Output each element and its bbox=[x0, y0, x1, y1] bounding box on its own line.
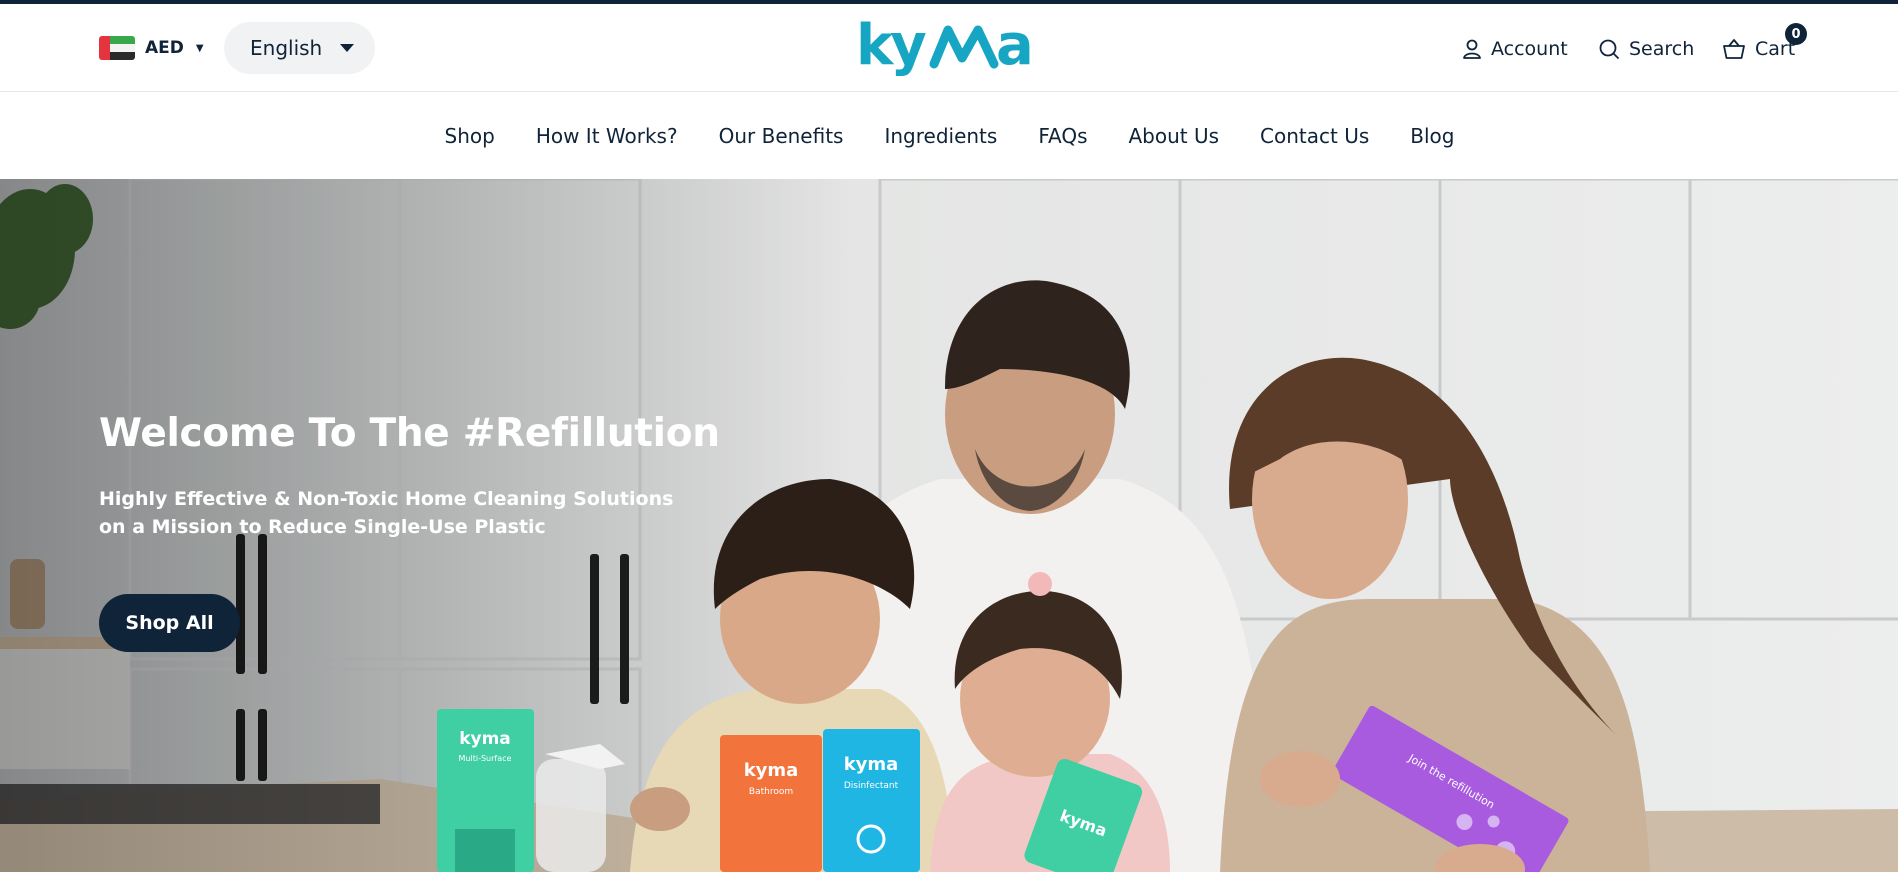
multi-surface-product: kyma Multi-Surface bbox=[437, 709, 534, 872]
nav-item-how-it-works[interactable]: How It Works? bbox=[535, 124, 678, 148]
multi-surface-name: Multi-Surface bbox=[459, 754, 512, 763]
caret-down-icon: ▼ bbox=[195, 42, 204, 54]
shop-all-button[interactable]: Shop All bbox=[99, 594, 240, 652]
bathroom-name: Bathroom bbox=[749, 787, 793, 797]
disinfectant-brand: kyma bbox=[844, 754, 899, 775]
chevron-down-icon bbox=[340, 44, 355, 52]
search-label: Search bbox=[1629, 38, 1695, 60]
search-icon bbox=[1599, 39, 1619, 59]
nav-item-blog[interactable]: Blog bbox=[1409, 124, 1454, 148]
svg-text:ky: ky bbox=[856, 18, 926, 78]
svg-text:a: a bbox=[996, 18, 1034, 78]
nav-item-about-us[interactable]: About Us bbox=[1128, 124, 1220, 148]
hero-banner: kyma Multi-Surface kyma Bathroom kyma Di… bbox=[0, 179, 1898, 872]
account-label: Account bbox=[1491, 38, 1568, 60]
language-select[interactable]: English bbox=[224, 22, 375, 74]
main-nav: Shop How It Works? Our Benefits Ingredie… bbox=[0, 93, 1898, 179]
hero-subtitle: Highly Effective & Non-Toxic Home Cleani… bbox=[99, 488, 674, 538]
bathroom-brand: kyma bbox=[744, 760, 799, 781]
multi-surface-brand: kyma bbox=[459, 729, 511, 749]
uae-flag-icon bbox=[99, 36, 135, 60]
basket-icon bbox=[1723, 39, 1745, 59]
nav-item-faqs[interactable]: FAQs bbox=[1037, 124, 1087, 148]
site-header: AED ▼ English ky a Account Search Cart 0 bbox=[0, 4, 1898, 92]
nav-item-ingredients[interactable]: Ingredients bbox=[883, 124, 997, 148]
disinfectant-product: kyma Disinfectant bbox=[823, 729, 920, 872]
user-icon bbox=[1463, 39, 1481, 59]
language-selected-value: English bbox=[250, 36, 323, 60]
nav-item-our-benefits[interactable]: Our Benefits bbox=[718, 124, 844, 148]
cart-count-badge: 0 bbox=[1785, 23, 1807, 45]
nav-item-contact-us[interactable]: Contact Us bbox=[1259, 124, 1369, 148]
disinfectant-name: Disinfectant bbox=[844, 781, 899, 791]
nav-item-shop[interactable]: Shop bbox=[444, 124, 495, 148]
currency-code: AED bbox=[145, 38, 184, 58]
bathroom-product: kyma Bathroom bbox=[720, 735, 822, 872]
cart-link[interactable]: Cart 0 bbox=[1722, 23, 1807, 64]
currency-selector[interactable]: AED ▼ bbox=[99, 34, 204, 62]
hero-title: Welcome To The #Refillution bbox=[99, 411, 720, 456]
kyma-logo[interactable]: ky a bbox=[856, 13, 1046, 78]
search-link[interactable]: Search bbox=[1598, 34, 1694, 64]
account-link[interactable]: Account bbox=[1462, 34, 1568, 64]
